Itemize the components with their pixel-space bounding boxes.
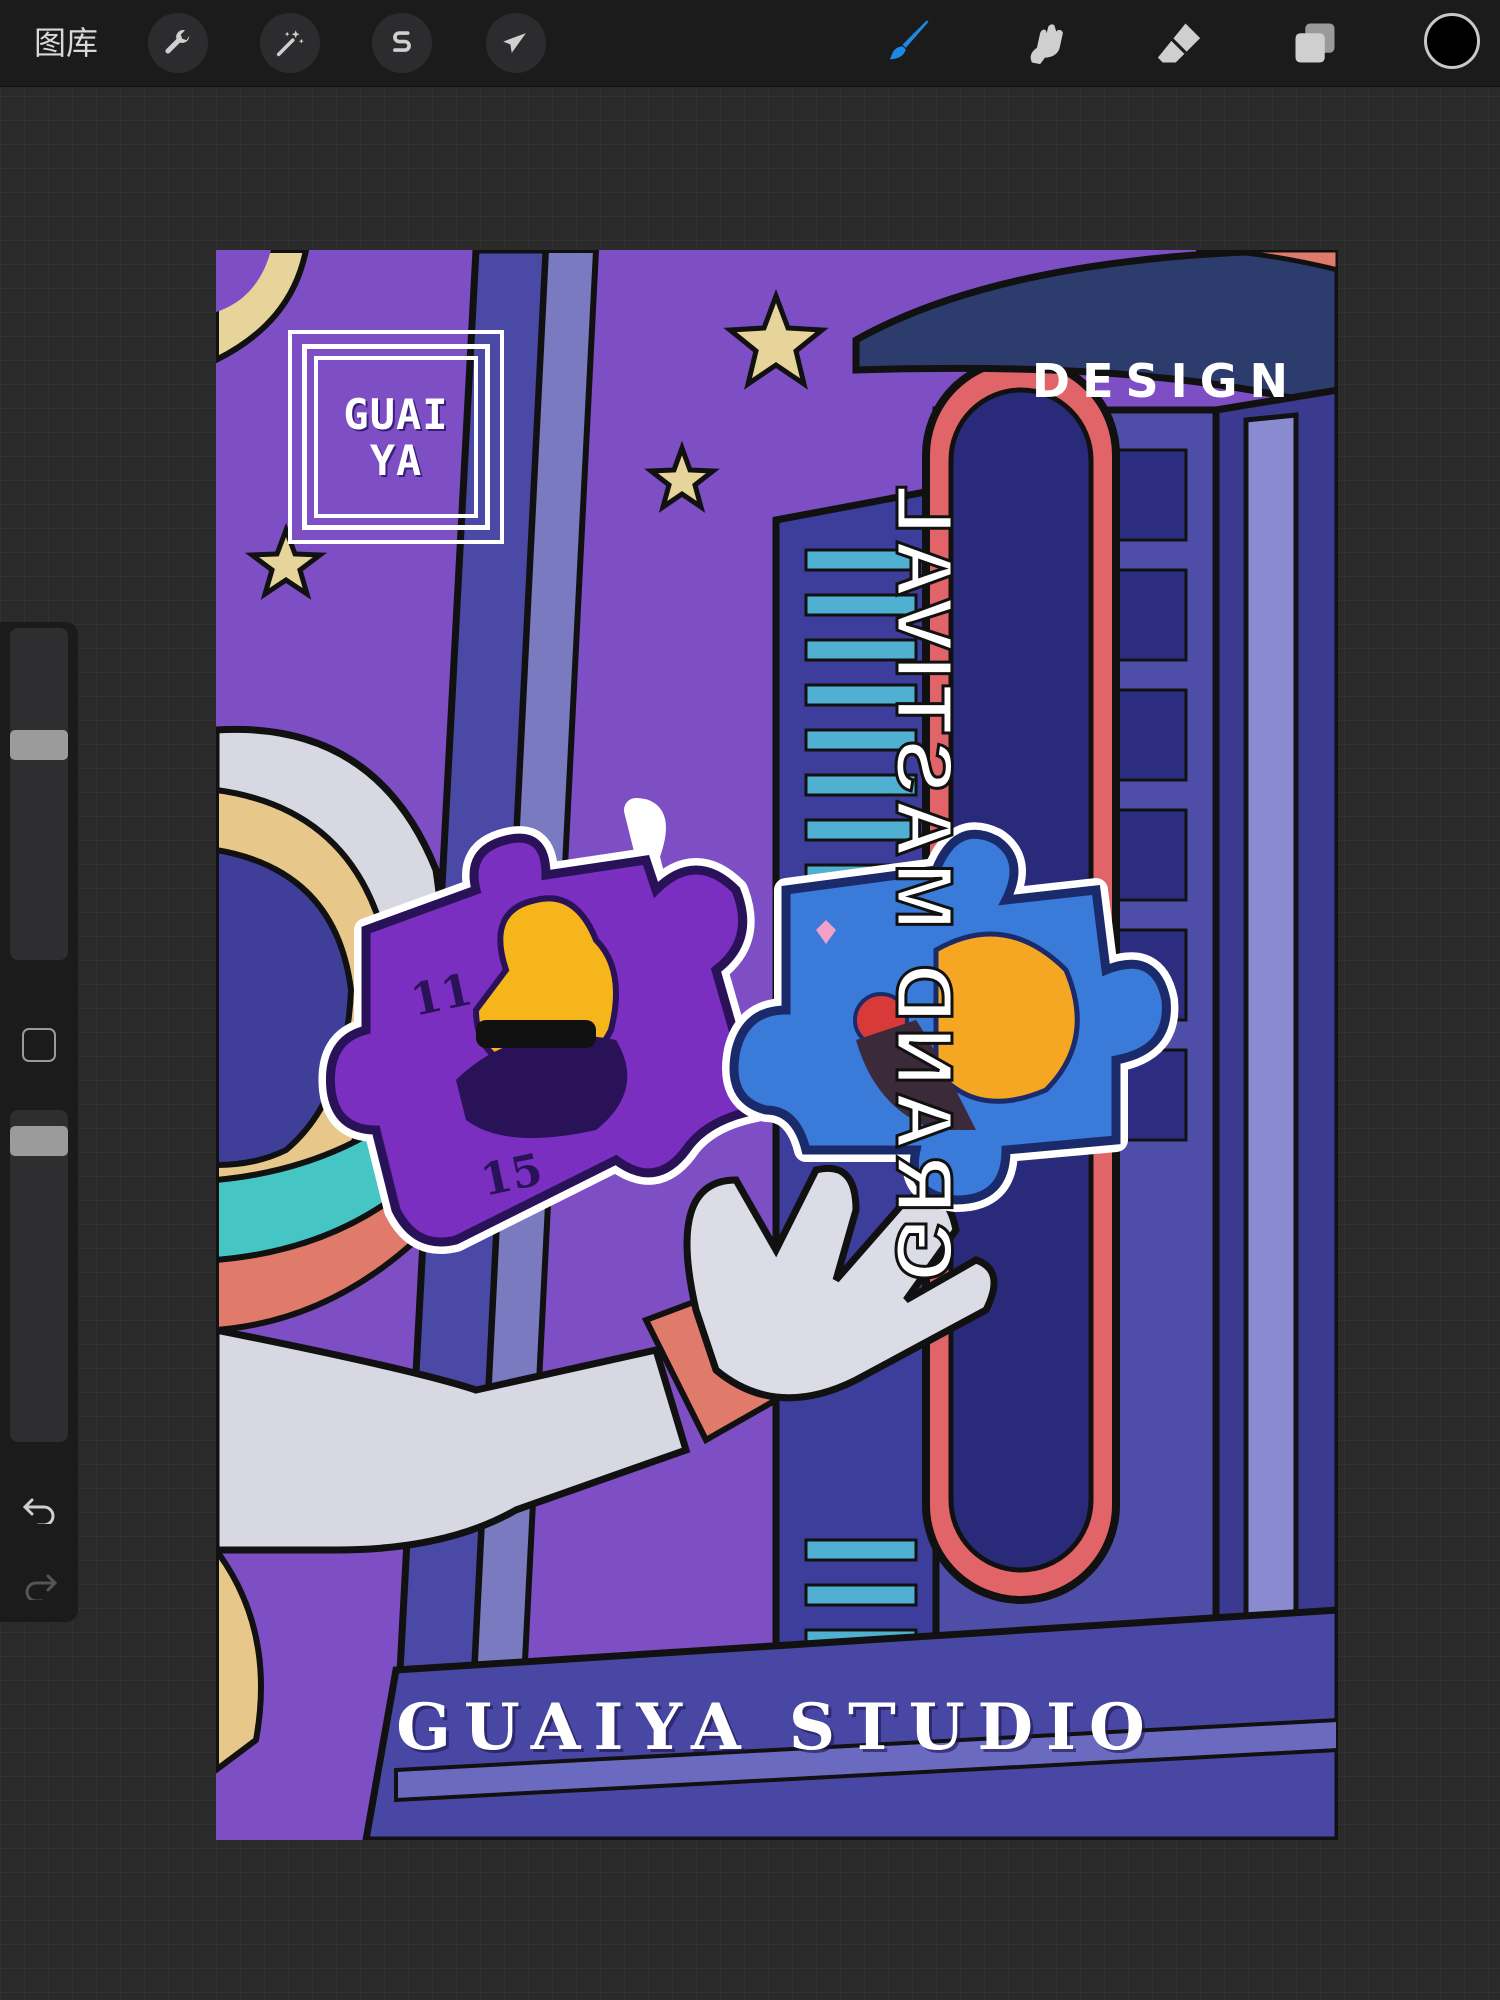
selection-s-icon[interactable] <box>372 13 432 73</box>
transform-arrow-icon[interactable] <box>486 13 546 73</box>
brush-size-thumb[interactable] <box>10 730 68 760</box>
eraser-icon[interactable] <box>1150 14 1208 72</box>
left-sidebar <box>0 622 78 1622</box>
undo-icon[interactable] <box>22 1494 58 1524</box>
actions-wrench-icon[interactable] <box>148 13 208 73</box>
layers-icon[interactable] <box>1286 14 1344 72</box>
smudge-icon[interactable] <box>1016 14 1074 72</box>
studio-footer-text: GUAIYA STUDIO <box>396 1690 1158 1765</box>
opacity-slider[interactable] <box>10 1110 68 1442</box>
logo-line-1: GUAI <box>343 390 449 439</box>
brush-size-slider[interactable] <box>10 628 68 960</box>
modify-button[interactable] <box>22 1028 56 1062</box>
gallery-button[interactable]: 图库 <box>34 22 98 64</box>
redo-icon[interactable] <box>22 1570 58 1600</box>
studio-logo: GUAI YA <box>288 330 504 544</box>
brush-icon[interactable] <box>880 14 938 72</box>
adjustments-magic-wand-icon[interactable] <box>260 13 320 73</box>
opacity-thumb[interactable] <box>10 1126 68 1156</box>
sign-text: GRAND MASTIVAL <box>879 477 971 1282</box>
top-toolbar: 图库 <box>0 0 1500 87</box>
artwork-canvas[interactable]: GUAI YA DESIGN GRAND MASTIVAL 11 15 GUAI… <box>216 250 1338 1840</box>
color-picker-swatch[interactable] <box>1424 13 1480 69</box>
design-label: DESIGN <box>1031 354 1300 408</box>
logo-line-2: YA <box>369 436 423 485</box>
